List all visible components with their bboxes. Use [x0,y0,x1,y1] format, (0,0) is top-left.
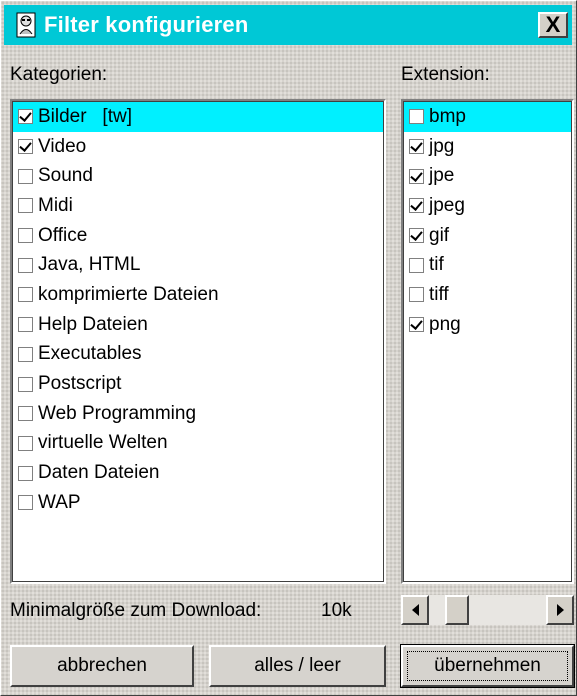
app-icon [14,12,38,38]
extension-checkbox[interactable] [409,168,424,184]
category-item-label: Midi [38,194,73,216]
arrow-left-icon [411,604,419,616]
extension-checkbox[interactable] [409,139,424,155]
extension-checkbox[interactable] [409,198,424,214]
category-checkbox[interactable] [18,168,33,184]
extension-item-label: jpe [429,165,455,187]
min-size-slider[interactable] [401,595,574,625]
category-checkbox[interactable] [18,406,33,422]
extensions-list[interactable]: bmp jpg jpe jpeg gif tif tiff png [401,99,574,584]
scroll-left-button[interactable] [401,595,429,625]
category-item-label: Office [38,224,88,246]
extension-item-label: png [429,313,461,335]
category-item-label: komprimierte Dateien [38,283,219,305]
extension-checkbox[interactable] [409,317,424,333]
category-item[interactable]: Java, HTML [12,250,384,280]
category-item[interactable]: virtuelle Welten [12,429,384,459]
extension-checkbox[interactable] [409,228,424,244]
category-item[interactable]: Daten Dateien [12,458,384,488]
category-item[interactable]: Executables [12,340,384,370]
category-item[interactable]: WAP [12,488,384,518]
apply-button[interactable]: übernehmen [400,644,575,688]
window-title: Filter konfigurieren [44,12,249,37]
category-item-label: Help Dateien [38,313,148,335]
category-item-label: virtuelle Welten [38,432,168,454]
extension-item-label: jpg [429,135,455,157]
cancel-button[interactable]: abbrechen [10,645,194,687]
category-item[interactable]: Postscript [12,369,384,399]
category-item[interactable]: Bilder [tw] [12,102,384,132]
category-checkbox[interactable] [18,257,33,273]
min-size-label: Minimalgröße zum Download: [10,600,262,621]
category-checkbox[interactable] [18,317,33,333]
extension-item-label: jpeg [429,194,465,216]
extension-item[interactable]: jpe [403,161,572,191]
category-item[interactable]: Video [12,132,384,162]
category-checkbox[interactable] [18,465,33,481]
categories-list[interactable]: Bilder [tw] Video Sound Midi Office Java, HTM… [10,99,386,584]
category-checkbox[interactable] [18,139,33,155]
category-item[interactable]: Web Programming [12,399,384,429]
category-checkbox[interactable] [18,109,33,125]
category-item-label: Video [38,135,87,157]
scroll-right-button[interactable] [546,595,574,625]
category-checkbox[interactable] [18,198,33,214]
extension-item[interactable]: gif [403,221,572,251]
extension-item[interactable]: bmp [403,102,572,132]
category-item-label: Bilder [tw] [38,105,132,127]
category-item-label: Web Programming [38,402,197,424]
close-icon: X [545,12,561,37]
extension-item[interactable]: tif [403,250,572,280]
extension-item-label: tiff [429,283,449,305]
extension-checkbox[interactable] [409,109,424,125]
category-checkbox[interactable] [18,435,33,451]
categories-label: Kategorien: [10,64,108,85]
extension-checkbox[interactable] [409,287,424,303]
category-checkbox[interactable] [18,346,33,362]
toggle-all-button[interactable]: alles / leer [209,645,386,687]
category-item-label: Executables [38,343,142,365]
category-item-label: Daten Dateien [38,462,160,484]
arrow-right-icon [556,604,564,616]
category-item-label: Postscript [38,373,122,395]
close-button[interactable]: X [538,12,568,38]
extensions-label: Extension: [401,64,490,85]
extension-item[interactable]: png [403,310,572,340]
extension-item[interactable]: jpeg [403,191,572,221]
min-size-value: 10k [321,600,352,621]
category-item[interactable]: Midi [12,191,384,221]
extension-checkbox[interactable] [409,257,424,273]
title-bar: Filter konfigurieren X [4,5,572,45]
category-checkbox[interactable] [18,287,33,303]
extension-item-label: gif [429,224,450,246]
category-item[interactable]: Office [12,221,384,251]
extension-item-label: tif [429,254,444,276]
category-item-label: Java, HTML [38,254,141,276]
category-item[interactable]: komprimierte Dateien [12,280,384,310]
category-checkbox[interactable] [18,495,33,511]
extension-item[interactable]: jpg [403,132,572,162]
category-item[interactable]: Help Dateien [12,310,384,340]
extension-item-label: bmp [429,105,466,127]
slider-thumb[interactable] [445,595,469,625]
category-item[interactable]: Sound [12,161,384,191]
extension-item[interactable]: tiff [403,280,572,310]
category-item-label: WAP [38,491,81,513]
category-checkbox[interactable] [18,376,33,392]
focus-rect [407,651,568,681]
filter-dialog: Filter konfigurieren X Kategorien: Exten… [0,0,577,696]
category-checkbox[interactable] [18,228,33,244]
category-item-label: Sound [38,165,93,187]
